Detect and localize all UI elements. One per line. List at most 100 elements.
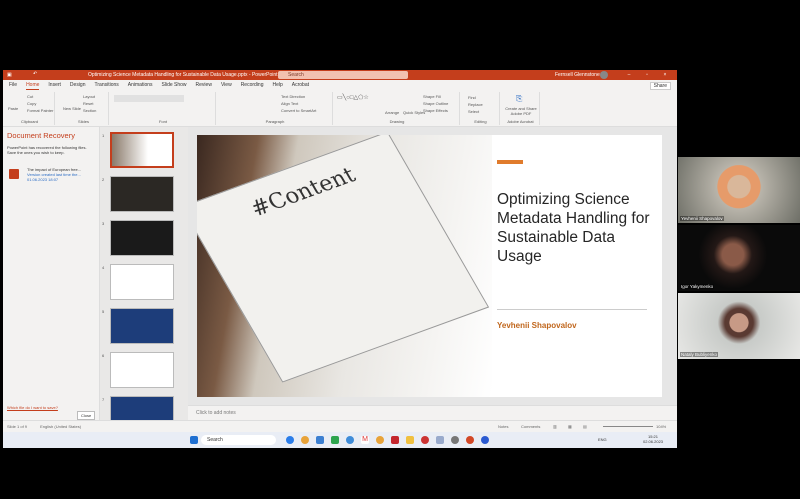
zoom-app-icon[interactable] <box>481 436 489 444</box>
font-group: Font <box>111 92 216 125</box>
document-recovery-pane: Document Recovery PowerPoint has recover… <box>3 127 100 420</box>
maximize-button[interactable]: ▫ <box>641 71 653 79</box>
zoom-slider[interactable] <box>603 426 653 427</box>
chrome-icon[interactable] <box>376 436 384 444</box>
slide-thumbnail[interactable] <box>110 176 174 212</box>
tab-view[interactable]: View <box>221 80 232 90</box>
slide-title[interactable]: Optimizing Science Metadata Handling for… <box>497 190 657 266</box>
slide-thumbnail[interactable] <box>110 220 174 256</box>
share-button[interactable]: Share <box>649 82 671 90</box>
reset-button[interactable]: Reset <box>83 101 93 106</box>
taskbar: Search M ENG 15:21 02.06.2023 <box>3 432 677 448</box>
tab-help[interactable]: Help <box>272 80 282 90</box>
minimize-button[interactable]: – <box>623 71 635 79</box>
align-text-button[interactable]: Align Text <box>281 101 298 106</box>
clock[interactable]: 15:21 02.06.2023 <box>643 434 663 444</box>
drawing-group: ▭╲○□△⬠☆ Arrange Quick Styles Shape Fill … <box>335 92 460 125</box>
participant-video[interactable]: Igor Yakymenko <box>678 225 800 291</box>
slide-editor: #Content Optimizing Science Metadata Han… <box>188 127 677 405</box>
replace-button[interactable]: Replace <box>468 102 483 107</box>
copy-button[interactable]: Copy <box>27 101 36 106</box>
accent-bar <box>497 160 523 164</box>
create-pdf-button[interactable]: Create and Share Adobe PDF <box>504 106 538 116</box>
app-icon[interactable] <box>331 436 339 444</box>
close-button[interactable]: × <box>659 71 671 79</box>
recovery-close-button[interactable]: Close <box>77 411 96 420</box>
undo-icon[interactable]: ↶ <box>33 71 37 77</box>
tab-acrobat[interactable]: Acrobat <box>292 80 309 90</box>
gmail-icon[interactable]: M <box>361 436 369 444</box>
select-button[interactable]: Select <box>468 109 479 114</box>
tab-transitions[interactable]: Transitions <box>95 80 119 90</box>
app-icon[interactable] <box>421 436 429 444</box>
participant-video[interactable]: Yevhenii Shapovalov <box>678 157 800 223</box>
chrome-icon[interactable] <box>301 436 309 444</box>
slide-canvas[interactable]: #Content Optimizing Science Metadata Han… <box>197 135 662 397</box>
shape-outline-button[interactable]: Shape Outline <box>423 101 448 106</box>
folder-icon[interactable] <box>406 436 414 444</box>
new-slide-button[interactable]: New Slide <box>63 106 81 111</box>
tab-file[interactable]: File <box>9 80 17 90</box>
smartart-button[interactable]: Convert to SmartArt <box>281 108 316 113</box>
taskbar-search[interactable]: Search <box>201 435 276 445</box>
user-name[interactable]: Fernsell Glennstone <box>555 72 600 78</box>
tab-home[interactable]: Home <box>26 80 40 90</box>
slide-thumbnail[interactable] <box>110 308 174 344</box>
cut-button[interactable]: Cut <box>27 94 33 99</box>
sketchbook-image: #Content <box>197 135 490 383</box>
participant-video[interactable]: Nataly Bubliyenko <box>678 293 800 359</box>
app-icon[interactable] <box>316 436 324 444</box>
tab-insert[interactable]: Insert <box>48 80 61 90</box>
start-icon[interactable] <box>190 436 198 444</box>
powerpoint-icon[interactable] <box>466 436 474 444</box>
slide-thumbnail[interactable] <box>110 352 174 388</box>
paste-button[interactable]: Paste <box>8 106 18 111</box>
save-icon[interactable]: ▣ <box>7 72 12 78</box>
title-bar: ▣ ↶ Optimizing Science Metadata Handling… <box>3 70 677 80</box>
app-icon[interactable] <box>346 436 354 444</box>
input-language[interactable]: ENG <box>598 437 607 442</box>
tab-animations[interactable]: Animations <box>128 80 153 90</box>
recovered-file[interactable]: The impact of European free... Version c… <box>27 167 81 182</box>
font-name-select[interactable] <box>114 95 184 102</box>
pdf-icon: ⎘ <box>516 94 523 103</box>
text-direction-button[interactable]: Text Direction <box>281 94 305 99</box>
shape-effects-button[interactable]: Shape Effects <box>423 108 448 113</box>
format-painter-button[interactable]: Format Painter <box>27 108 53 113</box>
shapes-gallery[interactable]: ▭╲○□△⬠☆ <box>337 94 369 101</box>
settings-icon[interactable] <box>451 436 459 444</box>
notes-button[interactable]: Notes <box>498 421 508 432</box>
slide-thumbnail[interactable] <box>110 132 174 168</box>
comments-button[interactable]: Comments <box>521 421 540 432</box>
arrange-button[interactable]: Arrange <box>385 110 399 115</box>
notes-field[interactable]: Click to add notes <box>188 405 677 420</box>
tab-recording[interactable]: Recording <box>241 80 264 90</box>
avatar[interactable] <box>600 71 608 79</box>
paragraph-group: Text Direction Align Text Convert to Sma… <box>218 92 333 125</box>
slide-author[interactable]: Yevhenii Shapovalov <box>497 321 577 330</box>
language[interactable]: English (United States) <box>40 424 81 429</box>
app-icon[interactable] <box>436 436 444 444</box>
sorter-view-icon[interactable]: ▦ <box>568 421 572 432</box>
help-link[interactable]: Which file do I want to save? <box>7 405 58 410</box>
recovery-message: PowerPoint has recovered the following f… <box>7 145 87 155</box>
search-input[interactable]: Search <box>278 71 408 79</box>
shape-fill-button[interactable]: Shape Fill <box>423 94 441 99</box>
slides-group: New Slide Layout Reset Section Slides <box>59 92 109 125</box>
zoom-level[interactable]: 104% <box>656 421 666 432</box>
normal-view-icon[interactable]: ▥ <box>553 421 557 432</box>
find-button[interactable]: Find <box>468 95 476 100</box>
tab-design[interactable]: Design <box>70 80 86 90</box>
app-icon[interactable] <box>286 436 294 444</box>
tab-review[interactable]: Review <box>196 80 212 90</box>
ribbon-tabs: File Home Insert Design Transitions Anim… <box>3 80 677 90</box>
slide-counter: Slide 1 of 9 <box>7 424 28 429</box>
tab-slide-show[interactable]: Slide Show <box>162 80 187 90</box>
window-title: Optimizing Science Metadata Handling for… <box>88 72 278 78</box>
app-icon[interactable] <box>391 436 399 444</box>
layout-button[interactable]: Layout <box>83 94 95 99</box>
section-button[interactable]: Section <box>83 108 96 113</box>
reading-view-icon[interactable]: ▤ <box>583 421 587 432</box>
quick-styles-button[interactable]: Quick Styles <box>403 110 425 115</box>
slide-thumbnail[interactable] <box>110 264 174 300</box>
